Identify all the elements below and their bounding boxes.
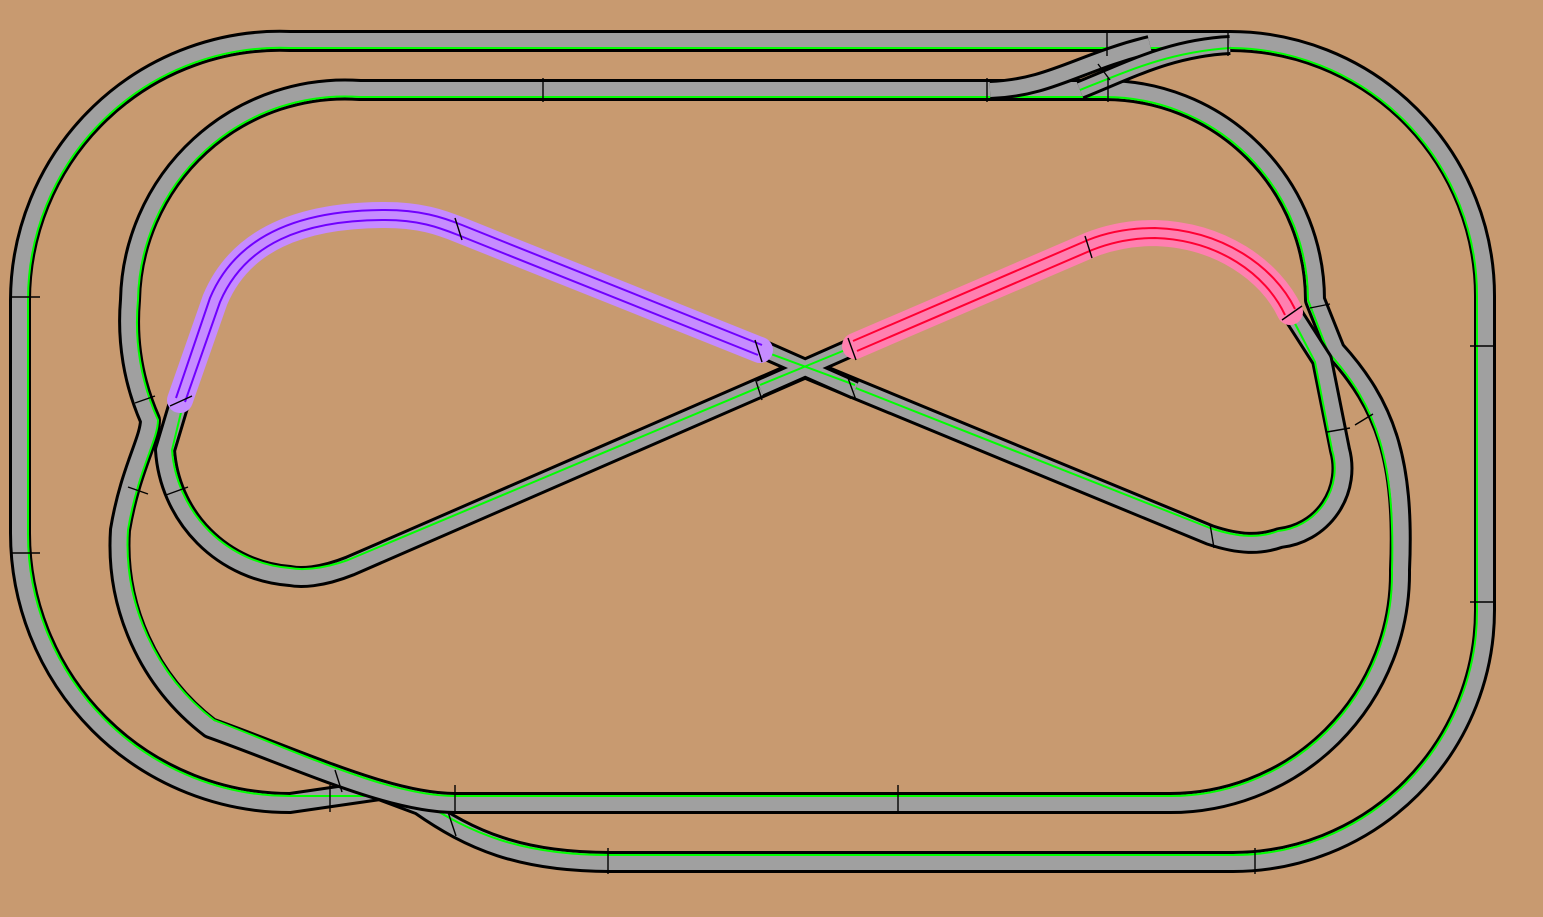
baseboard [0, 0, 1543, 917]
track-layout-canvas[interactable] [0, 0, 1543, 917]
